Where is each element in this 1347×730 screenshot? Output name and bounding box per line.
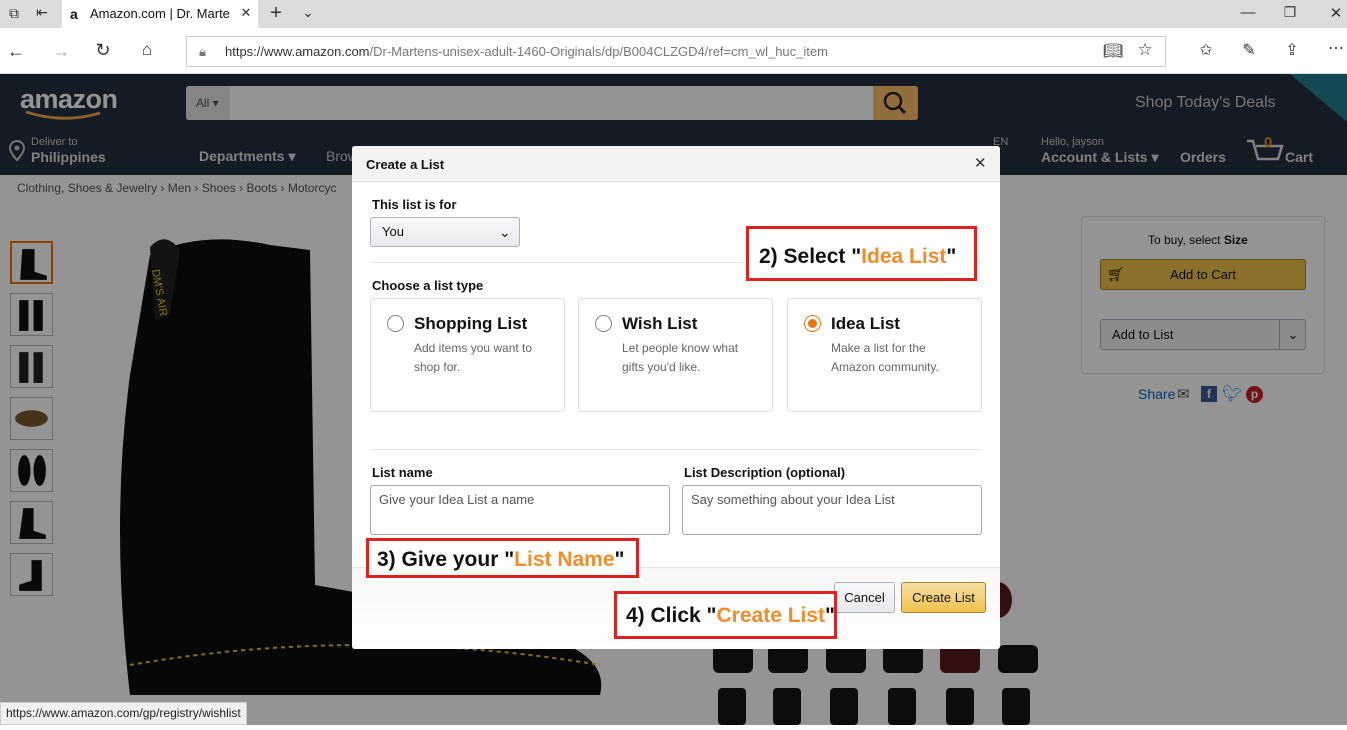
amazon-favicon-icon: a	[70, 6, 78, 22]
favorite-star-icon[interactable]: ☆	[1133, 40, 1157, 60]
forward-arrow-icon[interactable]: →	[49, 41, 73, 62]
url-path: /Dr-Martens-unisex-adult-1460-Originals/…	[369, 44, 828, 59]
divider	[370, 449, 982, 450]
list-for-label: This list is for	[372, 197, 457, 212]
close-tab-icon[interactable]: ✕	[234, 5, 258, 21]
share-icon[interactable]: ⇪	[1280, 40, 1304, 60]
list-type-idea[interactable]: Idea List Make a list for the Amazon com…	[787, 298, 982, 412]
more-menu-icon[interactable]: ⋯	[1324, 38, 1347, 58]
shopping-list-radio[interactable]	[387, 315, 404, 332]
list-for-select[interactable]: You ⌄	[370, 217, 520, 247]
dialog-header	[352, 146, 1000, 182]
close-icon[interactable]: ✕	[974, 154, 987, 172]
close-window-icon[interactable]: ✕	[1324, 4, 1347, 22]
list-type-desc: Let people know what gifts you'd like.	[622, 341, 739, 374]
restore-icon[interactable]: ❐	[1278, 4, 1302, 21]
url-domain: https://www.amazon.com	[225, 44, 370, 59]
list-type-label: Choose a list type	[372, 278, 484, 293]
cancel-button[interactable]: Cancel	[834, 582, 895, 613]
address-bar[interactable]: 🔒︎ https://www.amazon.com/Dr-Martens-uni…	[186, 36, 1166, 67]
set-aside-tabs-icon[interactable]: ⇤	[30, 4, 54, 21]
wish-list-radio[interactable]	[595, 315, 612, 332]
list-type-desc: Make a list for the Amazon community.	[831, 341, 939, 374]
tab-title: Amazon.com | Dr. Marte	[90, 6, 230, 21]
browser-tab[interactable]: a Amazon.com | Dr. Marte	[62, 0, 258, 28]
chevron-down-icon[interactable]: ⌄	[296, 4, 320, 21]
list-name-label: List name	[372, 465, 433, 480]
new-tab-icon[interactable]: +	[264, 2, 288, 25]
home-icon[interactable]: ⌂	[135, 40, 159, 60]
idea-list-radio[interactable]	[804, 315, 821, 332]
list-type-title: Shopping List	[414, 314, 528, 333]
annotation-step-3: 3) Give your "List Name"	[366, 538, 639, 578]
annotation-step-2: 2) Select "Idea List"	[746, 226, 977, 281]
list-description-input[interactable]: Say something about your Idea List	[682, 485, 982, 535]
minimize-icon[interactable]: —	[1236, 4, 1260, 21]
reading-view-icon[interactable]: 📖︎	[1101, 41, 1125, 61]
list-type-title: Wish List	[622, 314, 698, 333]
list-type-shopping[interactable]: Shopping List Add items you want to shop…	[370, 298, 565, 412]
list-description-label: List Description (optional)	[684, 465, 846, 480]
list-type-title: Idea List	[831, 314, 900, 333]
list-type-wish[interactable]: Wish List Let people know what gifts you…	[578, 298, 773, 412]
favorites-hub-icon[interactable]: ✩	[1194, 40, 1218, 60]
lock-icon: 🔒︎	[199, 44, 206, 59]
pen-icon[interactable]: ✎	[1237, 40, 1261, 60]
tab-actions-icon[interactable]: ⧉	[2, 5, 26, 22]
list-type-desc: Add items you want to shop for.	[414, 341, 533, 374]
refresh-icon[interactable]: ↻	[91, 40, 115, 61]
annotation-step-4: 4) Click "Create List"	[614, 591, 837, 639]
status-bar-url: https://www.amazon.com/gp/registry/wishl…	[0, 702, 247, 725]
list-name-input[interactable]: Give your Idea List a name	[370, 485, 670, 535]
chevron-down-icon: ⌄	[499, 224, 511, 240]
create-list-button[interactable]: Create List	[901, 582, 986, 613]
dialog-title: Create a List	[366, 157, 445, 172]
back-arrow-icon[interactable]: ←	[4, 41, 28, 62]
